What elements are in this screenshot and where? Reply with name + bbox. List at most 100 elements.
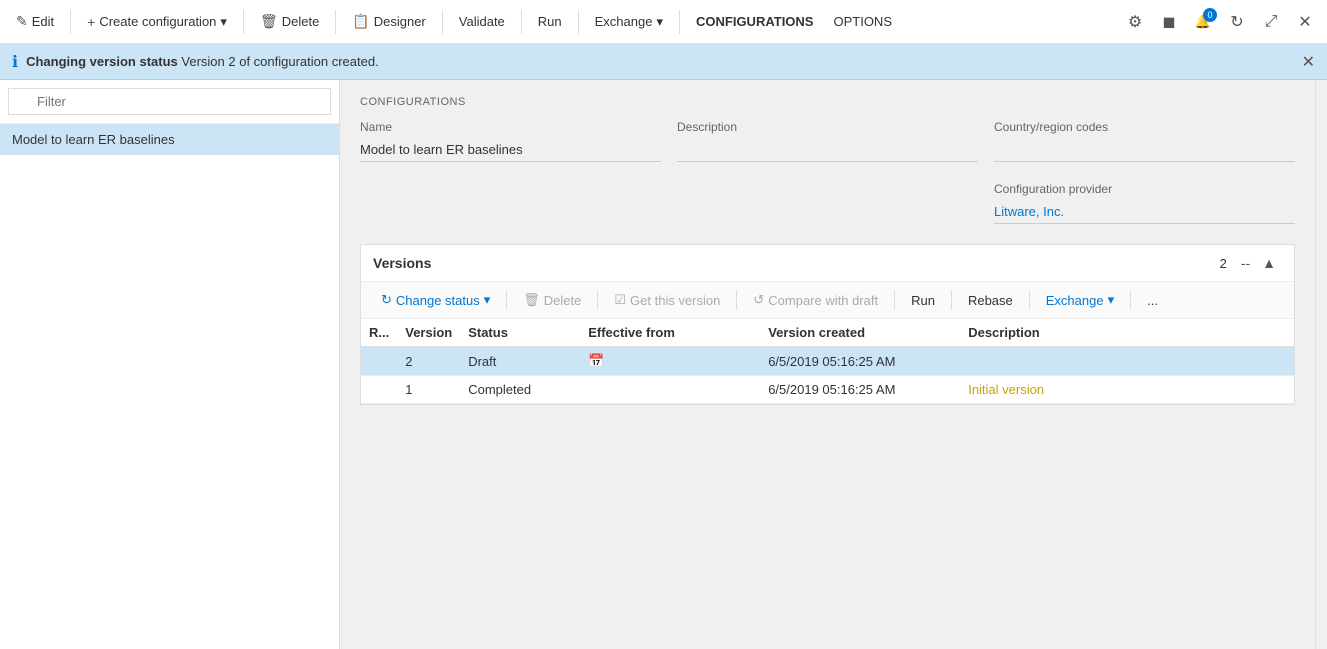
- cell-description: [960, 347, 1294, 376]
- versions-count: 2: [1220, 256, 1227, 271]
- cell-r: [361, 376, 397, 404]
- form-grid-2: Configuration provider Litware, Inc.: [360, 182, 1295, 224]
- notification-bar: ℹ Changing version status Version 2 of c…: [0, 44, 1327, 80]
- versions-toolbar: ↻ Change status ▾ 🗑 Delete ☑ Get this ve…: [361, 282, 1294, 319]
- main-layout: 🔍 Model to learn ER baselines CONFIGURAT…: [0, 80, 1327, 649]
- separator-4: [442, 10, 443, 34]
- versions-collapse-button[interactable]: ▲: [1256, 253, 1282, 273]
- vtool-sep-1: [506, 290, 507, 310]
- toolbar-right-area: ⚙ ◼ 🔔 0 ↻ ⤢ ✕: [1121, 8, 1319, 36]
- name-field: Name Model to learn ER baselines: [360, 120, 661, 162]
- validate-button[interactable]: Validate: [451, 10, 513, 33]
- versions-table: R... Version Status Effective from Versi…: [361, 319, 1294, 404]
- provider-label: Configuration provider: [994, 182, 1295, 196]
- settings-icon[interactable]: ⚙: [1121, 8, 1149, 36]
- country-value: [994, 138, 1295, 162]
- country-label: Country/region codes: [994, 120, 1295, 134]
- sidebar-filter-area: 🔍: [0, 80, 339, 124]
- notification-icon[interactable]: 🔔 0: [1189, 8, 1217, 36]
- notification-text: Changing version status Version 2 of con…: [26, 54, 1294, 69]
- versions-expand-button[interactable]: --: [1235, 253, 1256, 273]
- run-button[interactable]: Run: [530, 10, 570, 33]
- vtool-sep-6: [1029, 290, 1030, 310]
- description-label: Description: [677, 120, 978, 134]
- change-status-button[interactable]: ↻ Change status ▾: [373, 288, 498, 312]
- compare-draft-button[interactable]: ↺ Compare with draft: [745, 288, 886, 312]
- close-icon[interactable]: ✕: [1291, 8, 1319, 36]
- notification-badge: 0: [1203, 8, 1217, 22]
- expand-icon[interactable]: ⤢: [1257, 8, 1285, 36]
- designer-icon: 📋: [352, 13, 369, 30]
- vtool-sep-3: [736, 290, 737, 310]
- get-version-button[interactable]: ☑ Get this version: [606, 288, 728, 312]
- description-value: [677, 138, 978, 162]
- main-toolbar: ✎ Edit + Create configuration ▾ 🗑 Delete…: [0, 0, 1327, 44]
- exchange-dropdown-icon: ▾: [656, 14, 663, 30]
- versions-exchange-button[interactable]: Exchange ▾: [1038, 288, 1122, 312]
- cell-effective: [580, 376, 760, 404]
- provider-value[interactable]: Litware, Inc.: [994, 200, 1295, 224]
- cell-effective[interactable]: 📅: [580, 347, 760, 376]
- edit-button[interactable]: ✎ Edit: [8, 9, 62, 34]
- plus-icon: +: [87, 14, 95, 30]
- create-dropdown-icon: ▾: [220, 14, 227, 30]
- form-grid-1: Name Model to learn ER baselines Descrip…: [360, 120, 1295, 162]
- name-value: Model to learn ER baselines: [360, 138, 661, 162]
- col-header-r: R...: [361, 319, 397, 347]
- col-header-version: Version: [397, 319, 460, 347]
- name-label: Name: [360, 120, 661, 134]
- content-area: CONFIGURATIONS Name Model to learn ER ba…: [340, 80, 1315, 649]
- versions-delete-button[interactable]: 🗑 Delete: [515, 288, 589, 312]
- versions-title: Versions: [373, 255, 1220, 271]
- get-version-icon: ☑: [614, 292, 626, 308]
- exchange-button[interactable]: Exchange ▾: [587, 10, 671, 34]
- versions-table-header: R... Version Status Effective from Versi…: [361, 319, 1294, 347]
- separator-6: [578, 10, 579, 34]
- more-button[interactable]: ...: [1139, 289, 1166, 312]
- change-status-icon: ↻: [381, 292, 392, 308]
- section-title: CONFIGURATIONS: [360, 96, 1295, 108]
- scrollbar[interactable]: [1315, 80, 1327, 649]
- table-row[interactable]: 1 Completed 6/5/2019 05:16:25 AM Initial…: [361, 376, 1294, 404]
- col-header-description: Description: [960, 319, 1294, 347]
- cell-created: 6/5/2019 05:16:25 AM: [760, 376, 960, 404]
- table-row[interactable]: 2 Draft 📅 6/5/2019 05:16:25 AM: [361, 347, 1294, 376]
- office-icon[interactable]: ◼: [1155, 8, 1183, 36]
- vtool-sep-2: [597, 290, 598, 310]
- change-status-dropdown-icon: ▾: [484, 292, 491, 308]
- col-header-status: Status: [460, 319, 580, 347]
- separator-3: [335, 10, 336, 34]
- cell-r: [361, 347, 397, 376]
- versions-exchange-dropdown-icon: ▾: [1108, 292, 1115, 308]
- cell-version: 2: [397, 347, 460, 376]
- compare-icon: ↺: [753, 292, 764, 308]
- vtool-sep-5: [951, 290, 952, 310]
- col-header-created: Version created: [760, 319, 960, 347]
- cell-created: 6/5/2019 05:16:25 AM: [760, 347, 960, 376]
- vtool-sep-4: [894, 290, 895, 310]
- provider-field: Configuration provider Litware, Inc.: [994, 182, 1295, 224]
- info-icon: ℹ: [12, 52, 18, 72]
- sidebar: 🔍 Model to learn ER baselines: [0, 80, 340, 649]
- versions-delete-icon: 🗑: [523, 292, 540, 308]
- configurations-nav-button[interactable]: CONFIGURATIONS: [688, 10, 821, 33]
- notification-close-button[interactable]: ✕: [1302, 52, 1315, 72]
- versions-panel: Versions 2 -- ▲ ↻ Change status ▾ 🗑 Dele…: [360, 244, 1295, 405]
- versions-run-button[interactable]: Run: [903, 289, 943, 312]
- separator-5: [521, 10, 522, 34]
- col-header-effective: Effective from: [580, 319, 760, 347]
- cell-status: Completed: [460, 376, 580, 404]
- filter-input[interactable]: [8, 88, 331, 115]
- refresh-icon[interactable]: ↻: [1223, 8, 1251, 36]
- sidebar-item-model[interactable]: Model to learn ER baselines: [0, 124, 339, 155]
- country-field: Country/region codes: [994, 120, 1295, 162]
- edit-icon: ✎: [16, 13, 28, 30]
- rebase-button[interactable]: Rebase: [960, 289, 1021, 312]
- delete-icon: 🗑: [260, 13, 278, 30]
- delete-button[interactable]: 🗑 Delete: [252, 9, 327, 34]
- designer-button[interactable]: 📋 Designer: [344, 9, 433, 34]
- description-field: Description: [677, 120, 978, 162]
- separator-2: [243, 10, 244, 34]
- create-configuration-button[interactable]: + Create configuration ▾: [79, 10, 235, 34]
- options-nav-button[interactable]: OPTIONS: [825, 10, 900, 33]
